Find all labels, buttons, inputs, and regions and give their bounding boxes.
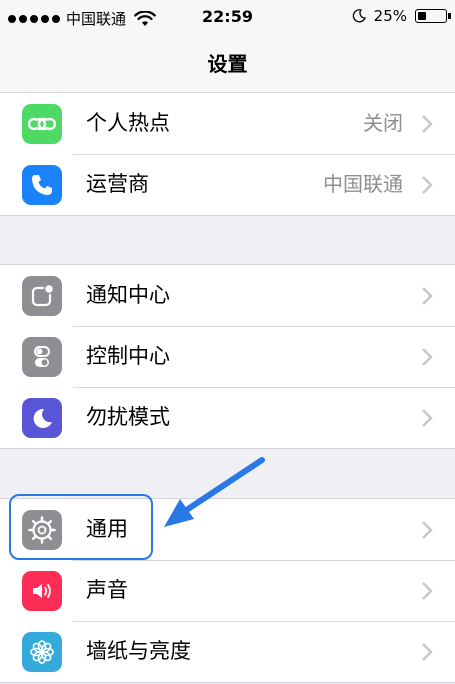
row-label: 勿扰模式 — [86, 405, 170, 429]
notification-center-icon — [22, 276, 62, 316]
phone-icon — [22, 165, 62, 205]
chevron-right-icon — [422, 409, 433, 427]
chevron-right-icon — [422, 582, 433, 600]
chevron-right-icon — [422, 115, 433, 133]
settings-row-carrier[interactable]: 运营商 中国联通 — [0, 154, 455, 215]
settings-group-network: 个人热点 关闭 运营商 中国联通 — [0, 92, 455, 216]
chevron-right-icon — [422, 348, 433, 366]
status-bar: 中国联通 22:59 25% — [0, 0, 455, 36]
wallpaper-icon — [22, 632, 62, 672]
settings-group-notifications: 通知中心 控制中心 勿扰模式 — [0, 264, 455, 449]
page-title: 设置 — [207, 52, 248, 76]
moon-icon — [22, 398, 62, 438]
chevron-right-icon — [422, 287, 433, 305]
speaker-icon — [22, 571, 62, 611]
settings-row-wallpaper[interactable]: 墙纸与亮度 — [0, 621, 455, 682]
hotspot-icon — [22, 104, 62, 144]
control-center-icon — [22, 337, 62, 377]
row-label: 个人热点 — [86, 111, 170, 135]
row-label: 运营商 — [86, 172, 149, 196]
row-label: 墙纸与亮度 — [86, 639, 191, 663]
chevron-right-icon — [422, 643, 433, 661]
settings-row-sounds[interactable]: 声音 — [0, 560, 455, 621]
row-value: 中国联通 — [323, 172, 403, 196]
moon-icon — [352, 9, 366, 23]
chevron-right-icon — [422, 521, 433, 539]
annotation-arrow-icon — [164, 457, 265, 527]
battery-fill — [418, 12, 426, 20]
settings-row-personal-hotspot[interactable]: 个人热点 关闭 — [0, 93, 455, 154]
settings-row-do-not-disturb[interactable]: 勿扰模式 — [0, 387, 455, 448]
chevron-right-icon — [422, 176, 433, 194]
status-right: 25% — [352, 7, 451, 25]
row-label: 通知中心 — [86, 283, 170, 307]
settings-row-notification-center[interactable]: 通知中心 — [0, 265, 455, 326]
nav-bar: 设置 — [0, 36, 455, 93]
battery-icon — [415, 9, 451, 23]
highlight-box — [9, 494, 153, 560]
settings-row-control-center[interactable]: 控制中心 — [0, 326, 455, 387]
row-value: 关闭 — [363, 111, 403, 135]
row-label: 控制中心 — [86, 344, 170, 368]
battery-percent: 25% — [373, 7, 407, 25]
row-label: 声音 — [86, 578, 128, 602]
